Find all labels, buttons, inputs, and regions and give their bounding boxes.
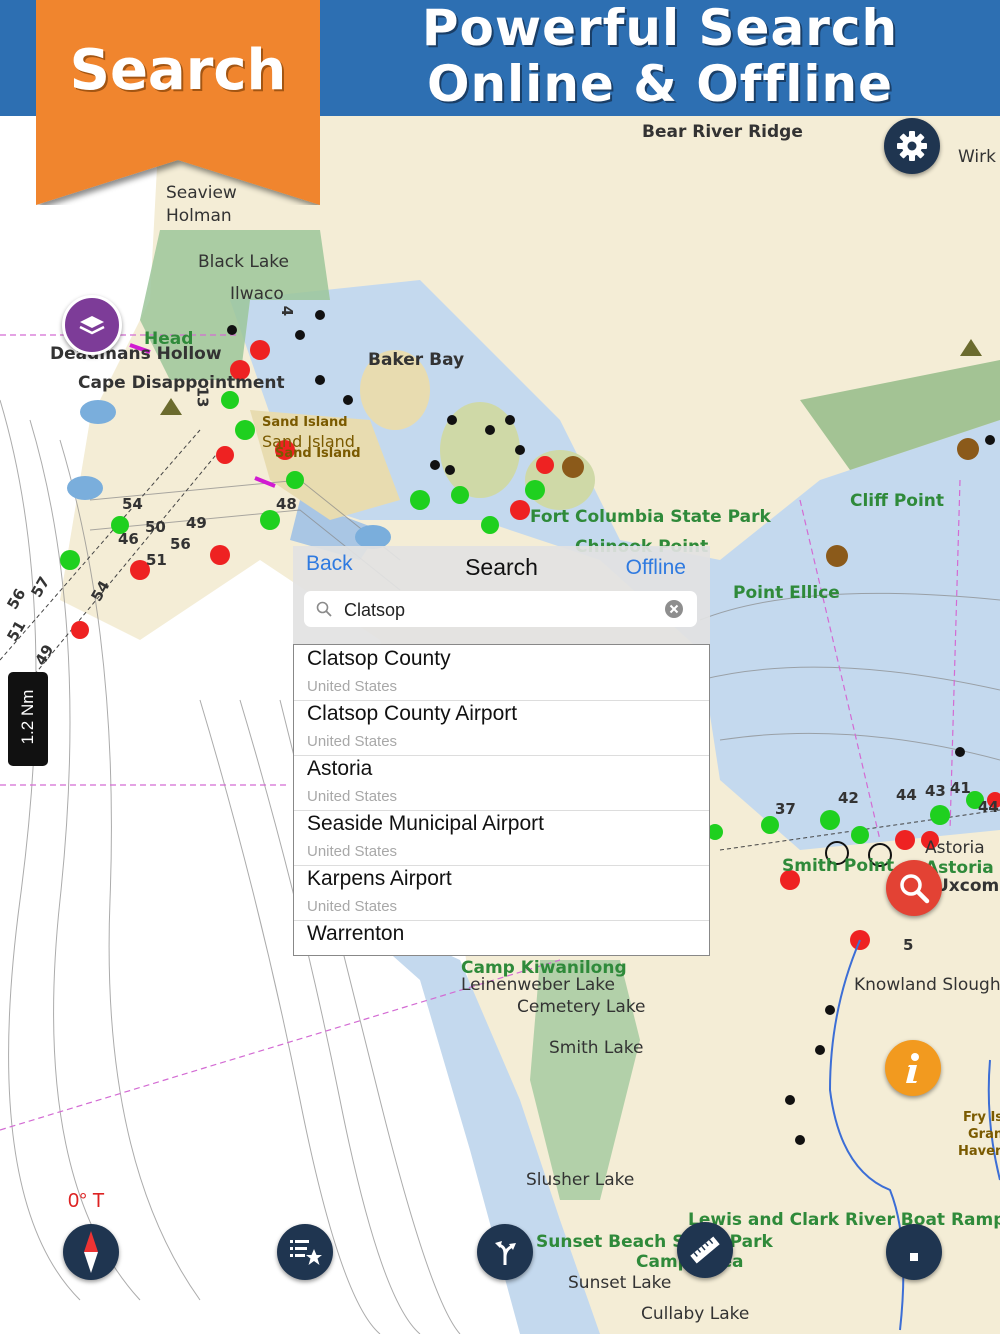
result-country: United States <box>307 898 398 915</box>
result-name: Astoria <box>307 757 373 780</box>
depth-label: 5 <box>903 936 914 954</box>
label-fry: Fry Is <box>963 1110 1000 1125</box>
search-field[interactable] <box>304 591 697 627</box>
compass-button[interactable] <box>63 1224 119 1280</box>
banner-title-line1: Powerful Search <box>421 0 899 57</box>
depth-label: 4 <box>278 305 297 317</box>
layers-button[interactable] <box>62 295 122 355</box>
depth-label: 44 <box>896 786 917 804</box>
label-wirk: Wirk <box>958 147 996 167</box>
label-point-ellice: Point Ellice <box>733 583 840 603</box>
result-item[interactable]: Clatsop County Airport United States <box>294 700 709 756</box>
depth-label: 43 <box>925 782 946 800</box>
label-gran: Gran <box>968 1127 1000 1142</box>
label-slusher-lake: Slusher Lake <box>526 1170 635 1190</box>
label-baker-bay: Baker Bay <box>368 350 465 370</box>
result-item[interactable]: Seaside Municipal Airport United States <box>294 810 709 866</box>
label-black-lake: Black Lake <box>198 252 289 272</box>
result-item[interactable]: Astoria United States <box>294 755 709 811</box>
result-name: Karpens Airport <box>307 867 452 890</box>
result-country: United States <box>307 788 398 805</box>
search-icon <box>900 874 930 904</box>
result-country: United States <box>307 678 398 695</box>
depth-label: 37 <box>775 800 796 818</box>
favorites-list-icon <box>290 1240 322 1265</box>
label-smith-lake: Smith Lake <box>549 1038 644 1058</box>
result-item[interactable]: Karpens Airport United States <box>294 865 709 921</box>
label-bear-river-ridge: Bear River Ridge <box>642 122 803 142</box>
label-sunset-lake: Sunset Lake <box>568 1273 672 1293</box>
depth-label: 49 <box>186 514 207 532</box>
label-knowland-slough: Knowland Slough <box>854 975 1000 995</box>
banner-title: Powerful Search Online & Offline <box>330 0 990 112</box>
depth-label: 42 <box>838 789 859 807</box>
search-input[interactable] <box>342 597 666 623</box>
label-leinenweber-lake: Leinenweber Lake <box>461 975 615 995</box>
offline-toggle[interactable]: Offline <box>626 556 686 580</box>
label-uxcomb: Uxcomb <box>935 876 1000 896</box>
label-sand-island-3: Sand Island <box>275 446 361 461</box>
scale-label: 1.2 Nm <box>18 689 37 745</box>
info-icon <box>906 1053 919 1083</box>
label-cliff-point: Cliff Point <box>850 491 945 511</box>
depth-label: 50 <box>145 518 166 536</box>
label-haven: Haven <box>958 1144 1000 1159</box>
depth-label: 48 <box>276 495 297 513</box>
label-smith-point: Smith Point <box>782 856 895 876</box>
badge-label: Search <box>69 38 287 103</box>
result-item[interactable]: Warrenton <box>294 920 709 975</box>
search-panel: Back Search Offline Clatsop County Unite… <box>293 546 710 956</box>
layers-icon <box>79 316 105 335</box>
result-name: Seaside Municipal Airport <box>307 812 544 835</box>
route-icon <box>495 1241 516 1265</box>
label-beach-state-park: Sunset Beach State Park <box>536 1232 773 1252</box>
ruler-icon <box>690 1236 720 1264</box>
info-button[interactable] <box>885 1040 941 1096</box>
label-lewis-clark: Lewis and Clark River Boat Ramp <box>688 1210 1000 1230</box>
depth-label: 44 <box>978 798 999 816</box>
label-cape-disappointment: Cape Disappointment <box>78 373 285 393</box>
measure-button[interactable] <box>677 1222 733 1278</box>
result-country: United States <box>307 843 398 860</box>
route-button[interactable] <box>477 1224 533 1280</box>
search-header: Back Search Offline <box>293 546 710 644</box>
settings-button[interactable] <box>884 118 940 174</box>
result-item[interactable]: Clatsop County United States <box>294 645 709 701</box>
label-cullaby-lake: Cullaby Lake <box>641 1304 750 1324</box>
label-ilwaco: Ilwaco <box>230 284 284 304</box>
label-sand-island-1: Sand Island <box>262 415 348 430</box>
search-results-list: Clatsop County United States Clatsop Cou… <box>293 644 710 956</box>
favorites-list-button[interactable] <box>277 1224 333 1280</box>
heading-label: 0° T <box>68 1190 105 1212</box>
label-astoria: Astoria <box>925 838 985 858</box>
scale-bar: 1.2 Nm <box>8 672 48 766</box>
search-map-button[interactable] <box>886 860 942 916</box>
search-icon <box>316 601 332 617</box>
result-country: United States <box>307 733 398 750</box>
depth-label: 51 <box>146 551 167 569</box>
depth-label: 46 <box>118 530 139 548</box>
label-fort-columbia: Fort Columbia State Park <box>530 507 771 527</box>
result-name: Clatsop County <box>307 647 451 670</box>
settings-gear-icon <box>897 131 927 161</box>
label-cemetery-lake: Cemetery Lake <box>517 997 646 1017</box>
depth-label: 54 <box>122 495 143 513</box>
compass-icon <box>84 1231 98 1273</box>
label-holman: Holman <box>166 206 232 226</box>
result-name: Clatsop County Airport <box>307 702 518 725</box>
depth-label: 13 <box>193 386 212 408</box>
stop-icon <box>910 1253 918 1261</box>
result-name: Warrenton <box>307 922 405 945</box>
stop-button[interactable] <box>886 1224 942 1280</box>
depth-label: 56 <box>170 535 191 553</box>
clear-icon[interactable] <box>665 600 683 618</box>
depth-label: 41 <box>950 779 971 797</box>
banner-title-line2: Online & Offline <box>426 55 894 113</box>
